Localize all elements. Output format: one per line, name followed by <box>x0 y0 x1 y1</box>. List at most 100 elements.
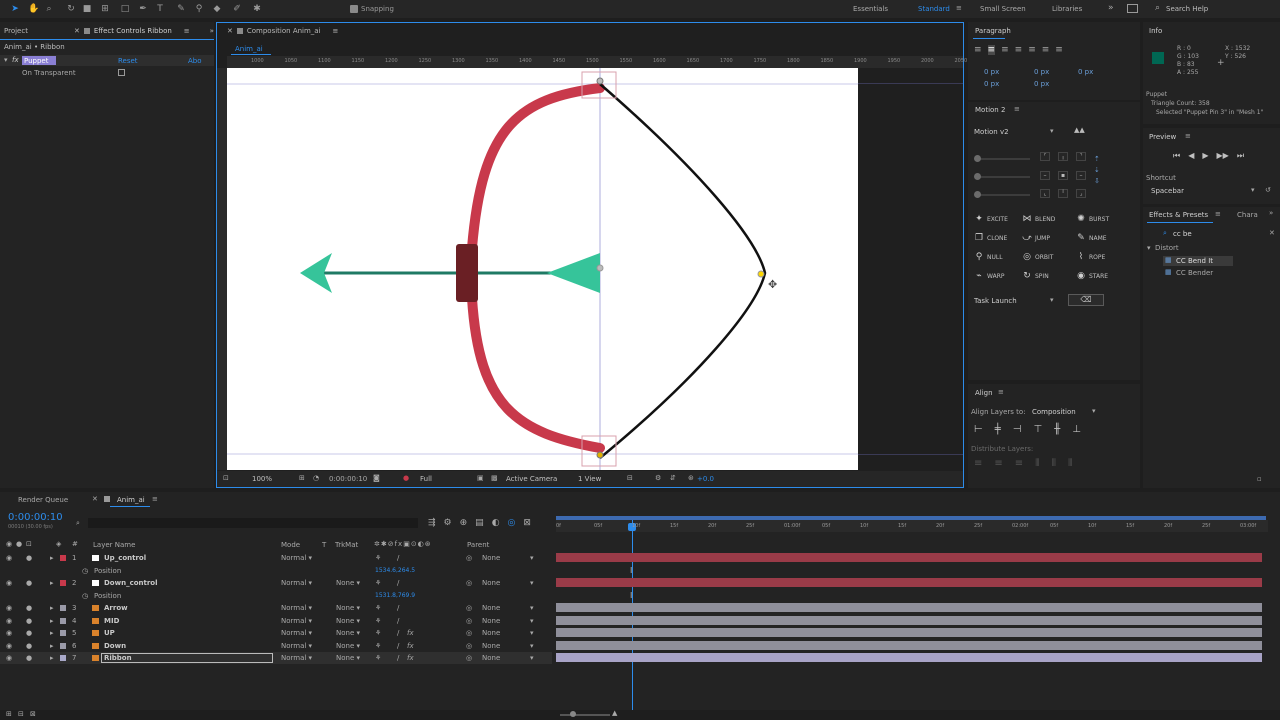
trkmat-dropdown[interactable]: None ▾ <box>336 654 360 662</box>
parent-dropdown[interactable]: None <box>482 617 500 625</box>
panel-menu-icon[interactable]: ≡ <box>333 27 339 35</box>
justify-center-icon[interactable]: ≡ <box>1028 45 1036 55</box>
dropdown-arrow-icon[interactable]: ▾ <box>1050 296 1054 304</box>
shy-switch-icon[interactable]: ⚘ <box>375 642 381 650</box>
grid-toggle-icon[interactable]: ⊞ <box>299 474 305 482</box>
justify-left-icon[interactable]: ≡ <box>1015 45 1023 55</box>
always-preview-icon[interactable]: ⊡ <box>223 474 229 482</box>
keyframe-marker-icon[interactable]: I <box>630 591 632 600</box>
fx-icon[interactable]: fx <box>12 56 19 64</box>
motion-orbit-button[interactable]: ◎ ORBIT <box>1022 252 1053 262</box>
about-link[interactable]: Abo <box>188 57 202 65</box>
motion-excite-button[interactable]: ✦ EXCITE <box>974 214 1008 224</box>
shortcut-dropdown[interactable]: Spacebar <box>1151 187 1184 195</box>
justify-right-icon[interactable]: ≡ <box>1042 45 1050 55</box>
quality-switch-icon[interactable]: / <box>397 642 399 650</box>
distribute-hcenter-icon[interactable]: ⦀ <box>1052 458 1056 470</box>
stopwatch-icon[interactable]: ◷ <box>82 567 88 575</box>
effect-cc-bender[interactable]: CC Bender <box>1176 269 1213 277</box>
zoom-dropdown[interactable]: 100% <box>252 475 272 483</box>
task-launch-dropdown[interactable]: Task Launch <box>974 297 1017 305</box>
layer-name[interactable]: Down <box>104 642 126 650</box>
property-row[interactable]: ◷ Position 1531.8,769.9 <box>0 590 552 602</box>
expand-transfer-controls-icon[interactable]: ⊟ <box>18 710 24 718</box>
anchor-bottom-left-button[interactable]: ⌞ <box>1040 189 1050 198</box>
layer-duration-bar[interactable] <box>556 603 1262 612</box>
parent-pickwhip-icon[interactable]: ◎ <box>466 617 472 625</box>
quality-switch-icon[interactable]: / <box>397 629 399 637</box>
parent-pickwhip-icon[interactable]: ◎ <box>466 654 472 662</box>
layer-name[interactable]: Ribbon <box>101 653 273 663</box>
draft-3d-icon[interactable]: ⚙ <box>444 518 452 528</box>
motion-jump-button[interactable]: ⤻ JUMP <box>1022 233 1050 243</box>
zoom-tool-icon[interactable]: ⌕ <box>44 4 54 14</box>
quality-switch-icon[interactable]: / <box>397 604 399 612</box>
timeline-search-input[interactable] <box>88 518 418 528</box>
motion-stare-button[interactable]: ◉ STARE <box>1076 271 1108 281</box>
panel-menu-icon[interactable]: ≡ <box>184 27 190 35</box>
clone-stamp-tool-icon[interactable]: ⚲ <box>194 4 204 14</box>
vertical-arrows-icon[interactable]: ⇡ ⇣ ⇩ <box>1094 154 1100 187</box>
slider-3-knob[interactable] <box>974 191 981 198</box>
panel-menu-icon[interactable]: ≡ <box>1215 210 1221 218</box>
motion-warp-button[interactable]: ⌁ WARP <box>974 271 1004 281</box>
color-channel-icon[interactable]: ● <box>403 474 409 482</box>
parent-dropdown[interactable]: None <box>482 654 500 662</box>
solo-dot-icon[interactable]: ● <box>26 642 32 650</box>
panel-menu-icon[interactable]: ≡ <box>1014 105 1020 113</box>
pan-behind-tool-icon[interactable]: ⊞ <box>100 4 110 14</box>
parent-pickwhip-icon[interactable]: ◎ <box>466 629 472 637</box>
brush-tool-icon[interactable]: ✎ <box>176 4 186 14</box>
parent-dropdown[interactable]: None <box>482 642 500 650</box>
work-area-bar[interactable] <box>556 516 1266 520</box>
panel-menu-icon[interactable]: ≡ <box>1185 132 1191 140</box>
anchor-top-button[interactable]: ╷ <box>1058 152 1068 161</box>
zoom-in-icon[interactable]: ▲ <box>612 709 617 717</box>
zoom-slider-knob[interactable] <box>570 711 576 717</box>
layer-name[interactable]: Arrow <box>104 604 128 612</box>
selection-tool-icon[interactable]: ➤ <box>10 4 20 14</box>
expand-arrow-icon[interactable]: ▸ <box>50 604 54 612</box>
property-value[interactable]: 1531.8,769.9 <box>375 592 415 599</box>
solo-dot-icon[interactable]: ● <box>26 654 32 662</box>
expand-arrow-icon[interactable]: ▾ <box>1147 244 1151 252</box>
reset-shortcut-icon[interactable]: ↺ <box>1265 186 1271 194</box>
align-right-edges-icon[interactable]: ⊣ <box>1013 424 1022 436</box>
slider-3[interactable] <box>978 194 1030 196</box>
clear-search-icon[interactable]: ✕ <box>1269 229 1275 237</box>
transparency-grid-icon[interactable]: ▩ <box>491 474 498 482</box>
align-left-icon[interactable]: ≡ <box>974 45 982 55</box>
shy-layers-icon[interactable]: ⊕ <box>460 518 468 528</box>
expand-panel-icon[interactable]: » <box>210 27 214 35</box>
align-target-dropdown[interactable]: Composition <box>1032 408 1076 416</box>
trkmat-dropdown[interactable]: None ▾ <box>336 617 360 625</box>
zoom-slider[interactable] <box>560 714 610 716</box>
expand-arrow-icon[interactable]: ▾ <box>4 56 8 64</box>
layer-duration-bar[interactable] <box>556 615 1262 625</box>
quality-switch-icon[interactable]: / <box>397 579 399 587</box>
quality-switch-icon[interactable]: / <box>397 554 399 562</box>
layer-row[interactable]: ◉ ● ▸ 4 MID Normal ▾ None ▾ ⚘ / ◎ None ▾ <box>0 615 552 627</box>
layer-duration-bar[interactable] <box>556 578 1262 587</box>
trkmat-dropdown[interactable]: None ▾ <box>336 604 360 612</box>
label-color-swatch[interactable] <box>60 555 66 561</box>
hand-tool-icon[interactable]: ✋ <box>28 4 39 14</box>
keyframe-nav-icon[interactable]: ⊠ <box>523 518 531 528</box>
close-icon[interactable]: ✕ <box>227 27 233 35</box>
tab-project[interactable]: Project <box>4 27 28 35</box>
anchor-right-button[interactable]: – <box>1076 171 1086 180</box>
last-frame-icon[interactable]: ⏭ <box>1237 151 1244 161</box>
composition-canvas[interactable]: ✥ <box>227 68 858 470</box>
shy-switch-icon[interactable]: ⚘ <box>375 554 381 562</box>
tab-effect-controls[interactable]: Effect Controls Ribbon <box>94 27 172 35</box>
expand-arrow-icon[interactable]: ▸ <box>50 629 54 637</box>
parent-dropdown[interactable]: None <box>482 629 500 637</box>
parent-dropdown[interactable]: None <box>482 554 500 562</box>
frame-blending-icon[interactable]: ▤ <box>475 518 484 528</box>
region-of-interest-icon[interactable]: ▣ <box>477 474 484 482</box>
blend-mode-dropdown[interactable]: Normal ▾ <box>281 554 312 562</box>
solo-switch-icon[interactable]: ● <box>16 540 22 548</box>
visibility-eye-icon[interactable]: ◉ <box>6 554 12 562</box>
visibility-eye-icon[interactable]: ◉ <box>6 617 12 625</box>
trkmat-header[interactable]: TrkMat <box>335 541 358 549</box>
